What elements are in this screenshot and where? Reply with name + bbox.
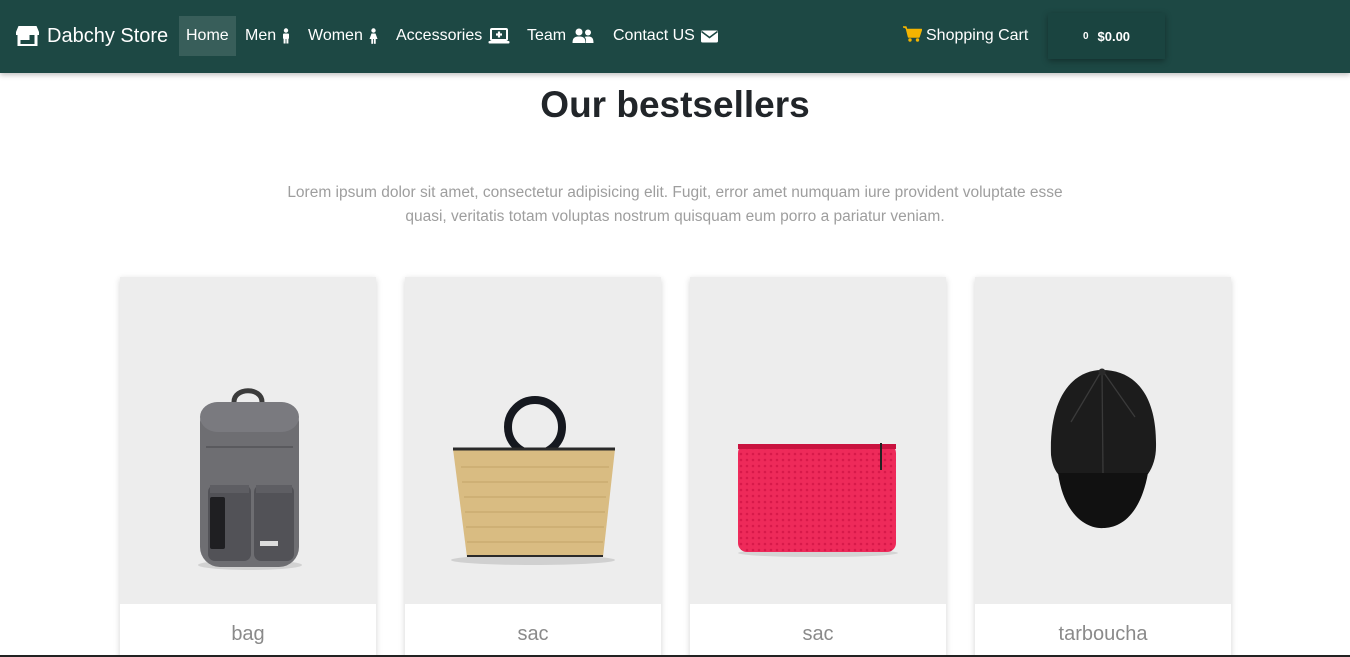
- female-icon: [369, 28, 378, 44]
- product-image-straw-handbag: [405, 277, 661, 604]
- nav-item-label: Contact US: [613, 27, 695, 44]
- page-description: Lorem ipsum dolor sit amet, consectetur …: [287, 184, 1063, 225]
- nav-item-label: Team: [527, 27, 567, 44]
- product-title: sac: [802, 623, 834, 645]
- product-title: bag: [231, 623, 265, 645]
- nav-item-home[interactable]: Home: [179, 16, 236, 56]
- nav-item-team[interactable]: Team: [527, 16, 594, 56]
- product-card[interactable]: bag: [120, 277, 376, 657]
- shopping-cart-icon: [903, 25, 923, 47]
- store-icon: [15, 25, 40, 47]
- cart-count: 0: [1082, 30, 1089, 42]
- nav-item-label: Home: [186, 27, 229, 44]
- product-card[interactable]: sac: [690, 277, 946, 657]
- cart-total: $0.00: [1097, 28, 1131, 44]
- product-title: tarboucha: [1058, 623, 1148, 645]
- navbar: Dabchy Store Home Men Women Accessories …: [0, 0, 1350, 73]
- male-icon: [282, 28, 290, 44]
- shopping-cart-link[interactable]: Shopping Cart: [903, 16, 1028, 56]
- brand-link[interactable]: Dabchy Store: [15, 22, 168, 50]
- envelope-icon: [700, 30, 718, 43]
- product-image-backpack: [120, 277, 376, 604]
- product-card[interactable]: sac: [405, 277, 661, 657]
- page-title: Our bestsellers: [540, 84, 810, 125]
- nav-item-label: Accessories: [396, 27, 483, 44]
- product-image-black-cap: [975, 277, 1231, 604]
- nav-item-label: Men: [245, 27, 277, 44]
- nav-item-women[interactable]: Women: [308, 16, 378, 56]
- shopping-cart-label: Shopping Cart: [926, 27, 1029, 44]
- users-icon: [572, 28, 594, 44]
- product-title: sac: [517, 623, 549, 645]
- brand-name: Dabchy Store: [47, 24, 169, 47]
- product-card[interactable]: tarboucha: [975, 277, 1231, 657]
- nav-item-accessories[interactable]: Accessories: [396, 16, 510, 56]
- cart-summary-button[interactable]: 0 $0.00: [1048, 13, 1165, 59]
- nav-item-men[interactable]: Men: [245, 16, 290, 56]
- nav-item-contact[interactable]: Contact US: [613, 16, 718, 56]
- laptop-medical-icon: [488, 28, 510, 44]
- product-image-pink-pouch: [690, 277, 946, 604]
- nav-item-label: Women: [308, 27, 363, 44]
